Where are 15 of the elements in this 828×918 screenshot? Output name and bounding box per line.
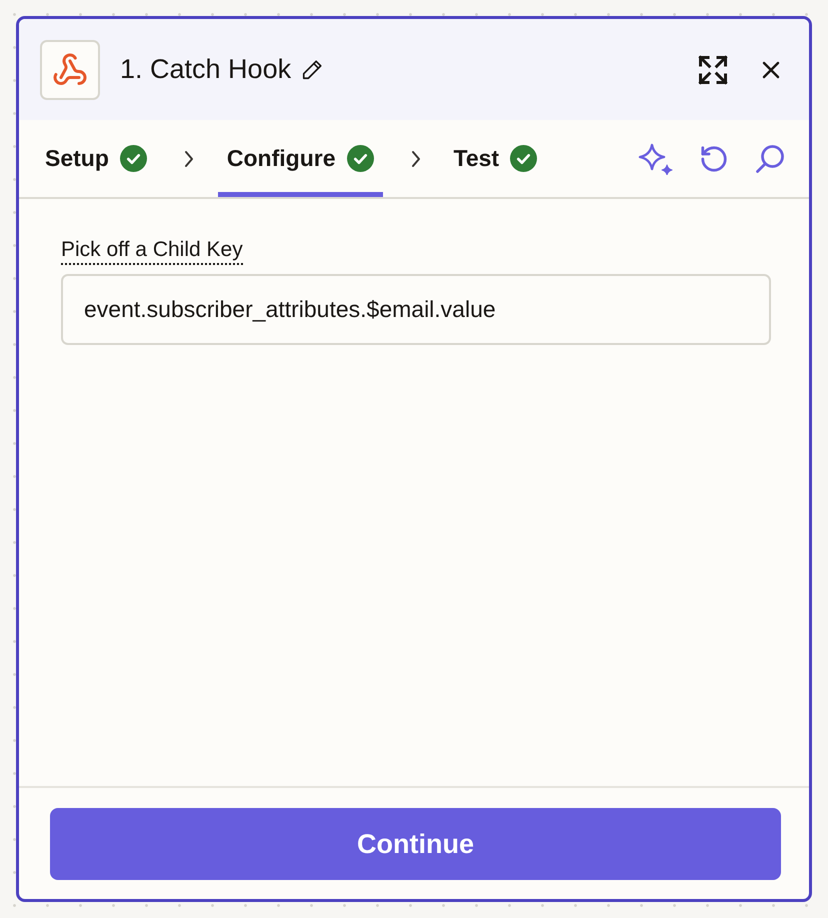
close-icon[interactable] (762, 60, 780, 78)
sparkle-icon[interactable] (638, 142, 674, 174)
expand-icon[interactable] (698, 54, 728, 84)
step-title: 1. Catch Hook (120, 54, 292, 85)
chevron-right-icon (184, 150, 194, 168)
continue-button[interactable]: Continue (50, 808, 781, 880)
step-tab[interactable]: Setup (36, 120, 156, 197)
pencil-icon[interactable] (301, 58, 324, 80)
step-tab[interactable]: Test (444, 120, 546, 197)
search-icon[interactable] (754, 144, 786, 174)
webhook-icon (40, 40, 100, 100)
input-field[interactable]: event.subscriber_attributes.$email.value (61, 274, 771, 345)
field-label: Pick off a Child Key (61, 237, 243, 265)
step-tab[interactable]: Configure (218, 120, 382, 197)
chevron-right-icon (410, 150, 420, 168)
